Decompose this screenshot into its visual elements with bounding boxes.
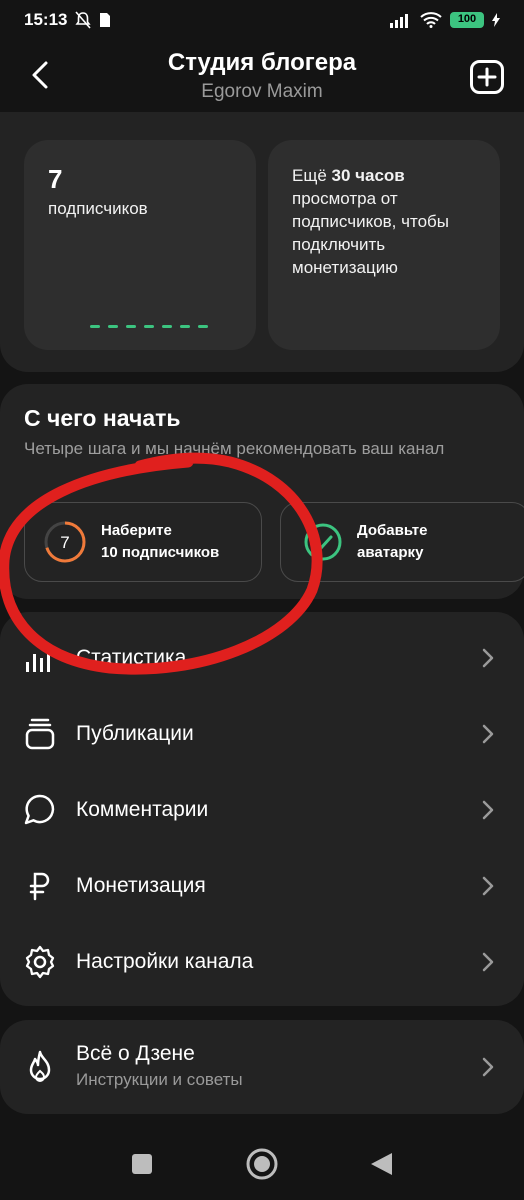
bell-off-icon	[75, 11, 92, 29]
wifi-icon	[420, 12, 442, 28]
progress-ring-icon: 7	[44, 521, 86, 563]
flame-icon	[29, 1050, 51, 1082]
menu-monetization[interactable]: Монетизация	[0, 848, 524, 924]
chevron-right-icon	[482, 648, 494, 668]
header: Студия блогера Egorov Maxim	[0, 40, 524, 112]
step1-line1: Наберите	[101, 522, 172, 539]
subscribers-card[interactable]: 7 подписчиков	[24, 140, 256, 350]
chevron-right-icon	[482, 876, 494, 896]
statistics-icon	[26, 650, 50, 672]
chevron-right-icon	[482, 952, 494, 972]
back-button[interactable]	[24, 58, 58, 92]
battery-level: 100	[457, 13, 477, 25]
sim-card-icon	[100, 13, 111, 27]
chevron-right-icon	[482, 1057, 494, 1077]
monetization-text: Ещё 30 часов просмотра от подписчиков, ч…	[292, 166, 449, 277]
status-bar: 15:13 100	[0, 0, 524, 40]
step2-line2: аватарку	[357, 544, 424, 561]
comment-icon	[24, 794, 55, 825]
clock: 15:13	[24, 10, 68, 29]
page-title: Студия блогера	[167, 49, 357, 76]
system-navigation-bar	[0, 1130, 524, 1200]
about-subtitle: Инструкции и советы	[76, 1070, 243, 1089]
gear-icon	[25, 945, 55, 979]
menu-statistics-label: Статистика	[76, 646, 187, 669]
publications-icon	[25, 718, 55, 750]
menu-statistics[interactable]: Статистика	[0, 620, 524, 696]
menu-settings[interactable]: Настройки канала	[0, 924, 524, 1000]
step2-line1: Добавьте	[357, 522, 428, 539]
signal-icon	[390, 14, 408, 28]
home-button[interactable]	[245, 1147, 279, 1181]
recent-apps-button[interactable]	[130, 1152, 154, 1176]
menu-settings-label: Настройки канала	[76, 950, 254, 973]
ruble-icon	[29, 872, 50, 901]
check-circle-icon	[304, 523, 342, 561]
menu-comments[interactable]: Комментарии	[0, 772, 524, 848]
step1-line2: 10 подписчиков	[101, 544, 220, 561]
channel-name: Egorov Maxim	[201, 81, 323, 102]
menu-publications-label: Публикации	[76, 722, 194, 745]
getting-started-title: С чего начать	[24, 405, 181, 431]
getting-started-subtitle: Четыре шага и мы начнём рекомендовать ва…	[24, 439, 445, 458]
menu-comments-label: Комментарии	[76, 798, 209, 821]
chevron-right-icon	[482, 800, 494, 820]
back-nav-button[interactable]	[368, 1151, 394, 1177]
step-subscribers-card[interactable]: 7 Наберите 10 подписчиков	[24, 502, 262, 582]
menu-publications[interactable]: Публикации	[0, 696, 524, 772]
monetization-card[interactable]: Ещё 30 часов просмотра от подписчиков, ч…	[268, 140, 500, 350]
add-button[interactable]	[470, 60, 504, 94]
charging-icon	[492, 13, 500, 27]
stats-panel: 7 подписчиков Ещё 30 часов просмотра от …	[0, 112, 524, 372]
menu-about-zen[interactable]: Всё о Дзене Инструкции и советы	[0, 1028, 524, 1106]
step-badge: 7	[60, 533, 69, 552]
battery-icon: 100	[450, 12, 484, 28]
subscribers-label: подписчиков	[48, 199, 148, 218]
subscribers-count: 7	[48, 164, 63, 194]
chevron-right-icon	[482, 724, 494, 744]
step-avatar-card[interactable]: Добавьте аватарку	[280, 502, 524, 582]
about-title: Всё о Дзене	[76, 1042, 195, 1065]
subscribers-sparkline	[90, 325, 208, 328]
menu-monetization-label: Монетизация	[76, 874, 206, 897]
